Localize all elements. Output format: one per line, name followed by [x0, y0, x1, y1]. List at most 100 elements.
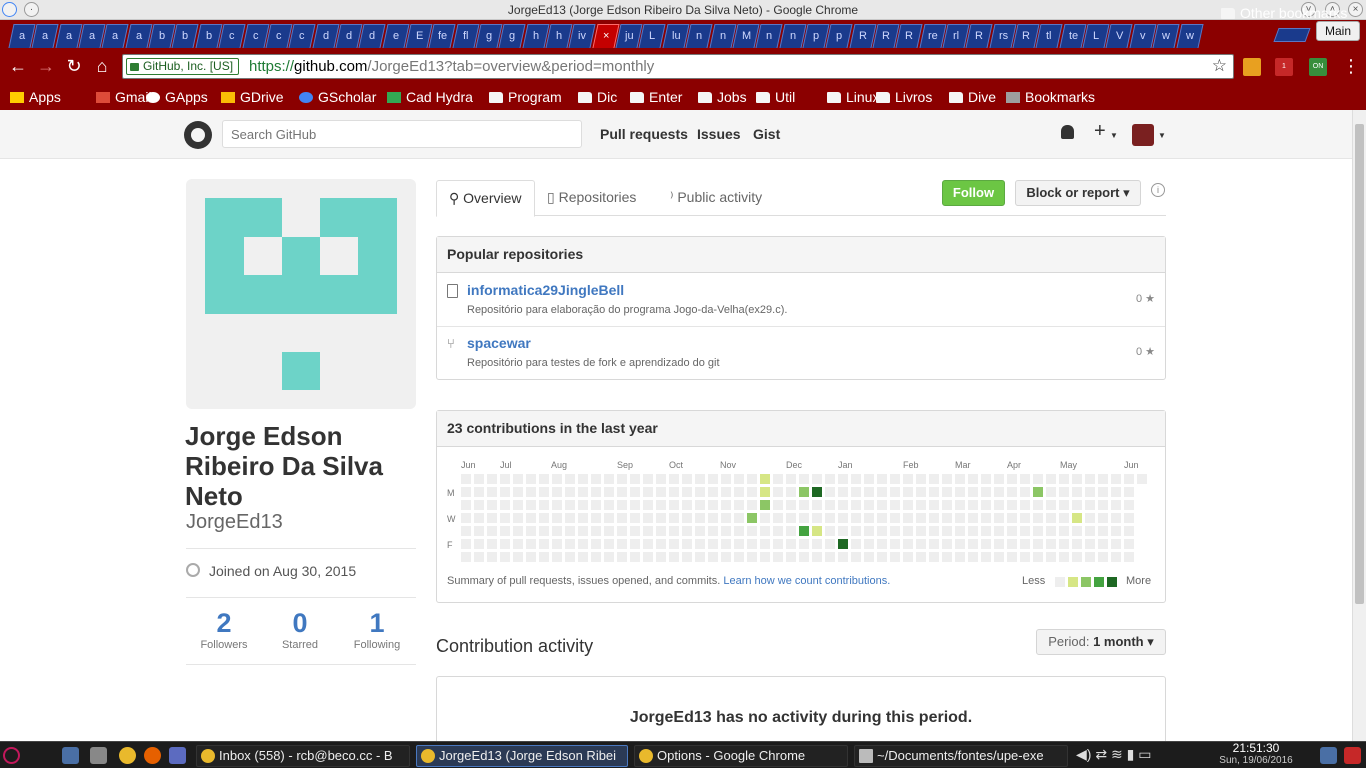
browser-tab[interactable]: w — [1152, 24, 1181, 48]
browser-tab[interactable]: w — [1175, 24, 1204, 48]
contribution-day[interactable] — [1046, 487, 1056, 497]
contribution-day[interactable] — [994, 487, 1004, 497]
contribution-day[interactable] — [1124, 552, 1134, 562]
contribution-day[interactable] — [526, 526, 536, 536]
contribution-day[interactable] — [994, 513, 1004, 523]
contribution-day[interactable] — [760, 539, 770, 549]
contribution-day[interactable] — [617, 526, 627, 536]
contribution-day[interactable] — [981, 513, 991, 523]
contribution-day[interactable] — [565, 487, 575, 497]
contribution-day[interactable] — [695, 526, 705, 536]
contribution-day[interactable] — [942, 487, 952, 497]
contribution-day[interactable] — [1098, 526, 1108, 536]
nav-pull-requests[interactable]: Pull requests — [600, 126, 688, 142]
contribution-day[interactable] — [552, 474, 562, 484]
contribution-day[interactable] — [1059, 526, 1069, 536]
contribution-day[interactable] — [877, 513, 887, 523]
wifi-icon[interactable]: ≋ — [1111, 746, 1123, 762]
contribution-day[interactable] — [604, 526, 614, 536]
contribution-day[interactable] — [942, 539, 952, 549]
contribution-day[interactable] — [669, 487, 679, 497]
contribution-day[interactable] — [565, 526, 575, 536]
contribution-day[interactable] — [968, 552, 978, 562]
contribution-day[interactable] — [916, 474, 926, 484]
contribution-day[interactable] — [799, 487, 809, 497]
contribution-day[interactable] — [1124, 474, 1134, 484]
contribution-day[interactable] — [461, 552, 471, 562]
contribution-day[interactable] — [695, 552, 705, 562]
contribution-day[interactable] — [513, 487, 523, 497]
bookmark-other[interactable]: Other bookmarks — [1221, 3, 1347, 23]
contribution-day[interactable] — [513, 500, 523, 510]
contribution-day[interactable] — [760, 500, 770, 510]
contribution-day[interactable] — [1111, 513, 1121, 523]
contribution-day[interactable] — [1072, 526, 1082, 536]
contribution-day[interactable] — [747, 474, 757, 484]
contribution-day[interactable] — [812, 526, 822, 536]
contribution-day[interactable] — [539, 500, 549, 510]
contribution-day[interactable] — [916, 539, 926, 549]
extension-cat-icon[interactable] — [1243, 58, 1261, 76]
contribution-day[interactable] — [721, 487, 731, 497]
contribution-day[interactable] — [643, 552, 653, 562]
contribution-day[interactable] — [981, 539, 991, 549]
contribution-day[interactable] — [1111, 526, 1121, 536]
reload-icon[interactable]: ↻ — [63, 55, 85, 77]
contribution-day[interactable] — [617, 513, 627, 523]
contribution-day[interactable] — [617, 539, 627, 549]
calculator-icon[interactable] — [169, 747, 186, 764]
bookmark-item[interactable]: Dic — [578, 87, 617, 107]
scrollbar-thumb[interactable] — [1355, 124, 1364, 604]
contribution-day[interactable] — [500, 474, 510, 484]
contribution-day[interactable] — [1020, 513, 1030, 523]
contribution-day[interactable] — [578, 487, 588, 497]
contribution-day[interactable] — [877, 487, 887, 497]
contribution-day[interactable] — [591, 552, 601, 562]
contribution-day[interactable] — [734, 552, 744, 562]
contribution-day[interactable] — [734, 500, 744, 510]
contribution-day[interactable] — [825, 513, 835, 523]
contribution-day[interactable] — [630, 513, 640, 523]
contribution-day[interactable] — [773, 513, 783, 523]
contribution-day[interactable] — [838, 539, 848, 549]
contribution-day[interactable] — [565, 474, 575, 484]
contribution-day[interactable] — [747, 500, 757, 510]
notifications-bell-icon[interactable] — [1061, 125, 1074, 139]
browser-tab[interactable]: n — [685, 24, 714, 48]
contribution-day[interactable] — [890, 552, 900, 562]
contribution-day[interactable] — [630, 526, 640, 536]
contribution-day[interactable] — [1124, 487, 1134, 497]
stat-followers[interactable]: 2 Followers — [186, 607, 262, 651]
contribution-day[interactable] — [487, 474, 497, 484]
contribution-day[interactable] — [864, 513, 874, 523]
contribution-day[interactable] — [747, 526, 757, 536]
extension-box-icon[interactable]: ON — [1309, 58, 1327, 76]
contribution-day[interactable] — [851, 513, 861, 523]
contribution-day[interactable] — [799, 513, 809, 523]
contribution-day[interactable] — [903, 513, 913, 523]
contribution-day[interactable] — [565, 513, 575, 523]
contribution-day[interactable] — [760, 487, 770, 497]
contribution-day[interactable] — [994, 474, 1004, 484]
contribution-day[interactable] — [1046, 539, 1056, 549]
contribution-day[interactable] — [591, 513, 601, 523]
new-tab-button[interactable] — [1273, 28, 1311, 42]
repo-stars[interactable]: 0 ★ — [1136, 345, 1155, 358]
network-icon[interactable]: ⇄ — [1095, 746, 1107, 762]
contribution-day[interactable] — [786, 513, 796, 523]
contribution-day[interactable] — [643, 487, 653, 497]
contribution-day[interactable] — [487, 513, 497, 523]
contribution-day[interactable] — [942, 500, 952, 510]
contribution-day[interactable] — [942, 513, 952, 523]
bookmark-item[interactable]: Program — [489, 87, 562, 107]
github-search-input[interactable] — [222, 120, 582, 148]
contribution-day[interactable] — [1020, 539, 1030, 549]
contribution-day[interactable] — [682, 539, 692, 549]
contribution-day[interactable] — [1033, 513, 1043, 523]
contribution-day[interactable] — [1111, 474, 1121, 484]
contribution-day[interactable] — [877, 539, 887, 549]
contribution-day[interactable] — [461, 539, 471, 549]
contribution-day[interactable] — [773, 526, 783, 536]
contribution-day[interactable] — [604, 474, 614, 484]
contribution-day[interactable] — [734, 487, 744, 497]
